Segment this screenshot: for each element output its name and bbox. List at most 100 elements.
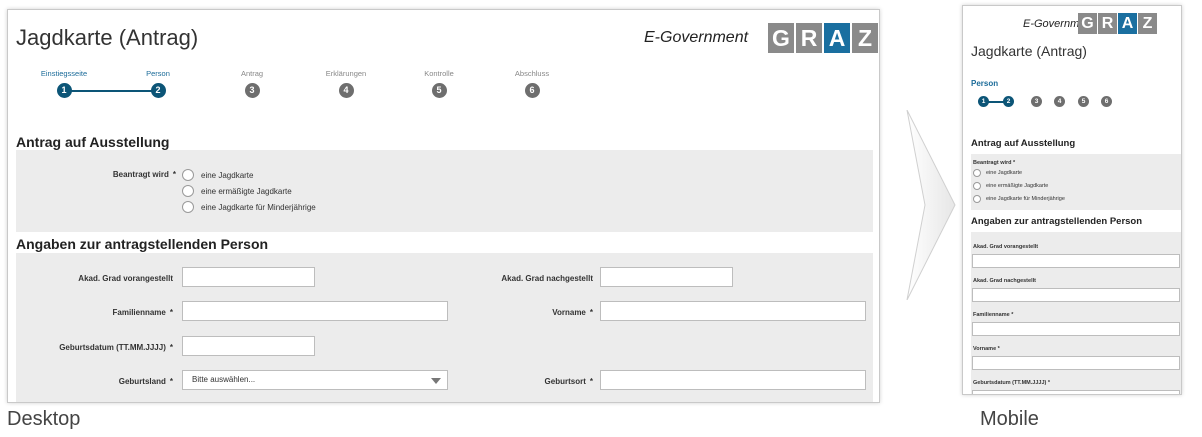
graz-logo: G R A Z [768,23,878,53]
page-title: Jagdkarte (Antrag) [16,25,199,50]
field-label-text: Beantragt wird [973,160,1012,166]
egov-label: E-Government [644,29,749,46]
radio-option-jagdkarte[interactable]: eine Jagdkarte [182,169,253,181]
caption-desktop: Desktop [7,408,81,430]
step-dot-4: 4 [1054,96,1065,107]
field-label-text: Geburtsort [544,377,586,386]
geburtsdatum-input[interactable] [972,390,1180,394]
field-label-text: Vorname [552,308,586,317]
step-number: 6 [524,83,540,98]
logo-letter: Z [1138,13,1157,34]
geburtsland-label: Geburtsland * [119,377,173,386]
akad-nach-input[interactable] [600,267,733,287]
page-title: Jagdkarte (Antrag) [971,43,1087,59]
familienname-input[interactable] [972,322,1180,336]
required-mark: * [1047,380,1051,386]
caption-mobile: Mobile [980,408,1039,430]
step-dot-3: 3 [1031,96,1042,107]
step-einstiegsseite[interactable]: Einstiegsseite 1 [19,68,109,98]
logo-letter: A [1118,13,1137,34]
field-label-text: Vorname [973,346,997,352]
radio-button[interactable] [182,169,194,181]
antrag-panel: Beantragt wird * eine Jagdkarte eine erm… [971,154,1181,210]
beantragt-label: Beantragt wird * [973,160,1015,166]
radio-option-ermaessigt[interactable]: eine ermäßigte Jagdkarte [182,185,292,197]
field-label-text: Beantragt wird [112,170,169,179]
person-panel: Akad. Grad vorangestellt Akad. Grad nach… [16,253,873,402]
select-value: Bitte auswählen... [192,375,256,384]
radio-button[interactable] [973,169,981,177]
step-number: 3 [244,83,260,98]
akad-vor-input[interactable] [182,267,315,287]
radio-label: eine ermäßigte Jagdkarte [986,183,1049,189]
radio-button[interactable] [182,185,194,197]
required-mark: * [997,346,1000,352]
mobile-screenshot: E-Government G R A Z Jagdkarte (Antrag) … [962,5,1182,395]
field-label-text: Familienname [973,312,1010,318]
radio-option-minderjaehrige[interactable]: eine Jagdkarte für Minderjährige [973,195,1065,203]
familienname-input[interactable] [182,301,448,321]
step-person[interactable]: Person 2 [113,68,203,98]
akad-nach-input[interactable] [972,288,1180,302]
akad-nach-label: Akad. Grad nachgestellt [973,278,1036,284]
required-mark: * [589,377,593,386]
section-title-antrag: Antrag auf Ausstellung [971,138,1076,149]
required-mark: * [1013,160,1016,166]
required-mark: * [589,308,593,317]
chevron-down-icon [431,378,441,384]
field-label-text: Geburtsland [118,377,166,386]
step-dot-6: 6 [1101,96,1112,107]
geburtsland-select[interactable]: Bitte auswählen... [182,370,448,390]
geburtsdatum-input[interactable] [182,336,315,356]
geburtsort-input[interactable] [600,370,866,390]
step-number: 1 [56,83,72,98]
akad-vor-label: Akad. Grad vorangestellt [973,244,1039,250]
geburtsort-label: Geburtsort * [545,377,593,386]
radio-button[interactable] [182,201,194,213]
radio-label: eine Jagdkarte für Minderjährige [986,196,1065,202]
step-label: Erklärungen [325,69,367,78]
step-dot-1[interactable]: 1 [978,96,989,107]
logo-letter: A [824,23,850,53]
required-mark: * [169,343,173,352]
geburtsdatum-label: Geburtsdatum (TT.MM.JJJJ) * [59,343,173,352]
familienname-label: Familienname * [113,308,173,317]
radio-option-ermaessigt[interactable]: eine ermäßigte Jagdkarte [973,182,1048,190]
step-label: Person [146,69,170,78]
radio-label: eine ermäßigte Jagdkarte [201,186,292,196]
akad-nach-label: Akad. Grad nachgestellt [501,274,593,283]
logo-letter: Z [852,23,878,53]
logo-letter: G [1078,13,1097,34]
akad-vor-input[interactable] [972,254,1180,268]
field-label-text: Geburtsdatum (TT.MM.JJJJ) [973,380,1047,386]
radio-button[interactable] [973,195,981,203]
arrow-right-icon [906,110,956,300]
vorname-input[interactable] [600,301,866,321]
desktop-screenshot: Jagdkarte (Antrag) E-Government G R A Z … [7,9,880,403]
graz-logo: G R A Z [1078,13,1157,34]
step-dot-2[interactable]: 2 [1003,96,1014,107]
section-title-person: Angaben zur antragstellenden Person [16,236,269,252]
step-label: Einstiegsseite [40,69,88,78]
progress-stepper: Einstiegsseite 1 Person 2 Antrag 3 Erklä… [8,68,608,108]
step-label: Kontrolle [424,69,454,78]
step-dot-5: 5 [1078,96,1089,107]
section-title-antrag: Antrag auf Ausstellung [16,134,170,150]
vorname-input[interactable] [972,356,1180,370]
radio-option-jagdkarte[interactable]: eine Jagdkarte [973,169,1022,177]
logo-letter: R [796,23,822,53]
radio-option-minderjaehrige[interactable]: eine Jagdkarte für Minderjährige [182,201,316,213]
logo-letter: R [1098,13,1117,34]
radio-button[interactable] [973,182,981,190]
step-label: Abschluss [514,69,550,78]
field-label-text: Familienname [112,308,166,317]
step-label: Antrag [240,69,264,78]
step-erklaerungen: Erklärungen 4 [301,68,391,98]
akad-vor-label: Akad. Grad vorangestellt [78,274,173,283]
vorname-label: Vorname * [552,308,593,317]
current-step-label: Person [971,79,999,88]
step-number: 4 [338,83,354,98]
step-number: 5 [431,83,447,98]
section-title-person: Angaben zur antragstellenden Person [971,216,1143,227]
step-number: 2 [150,83,166,98]
